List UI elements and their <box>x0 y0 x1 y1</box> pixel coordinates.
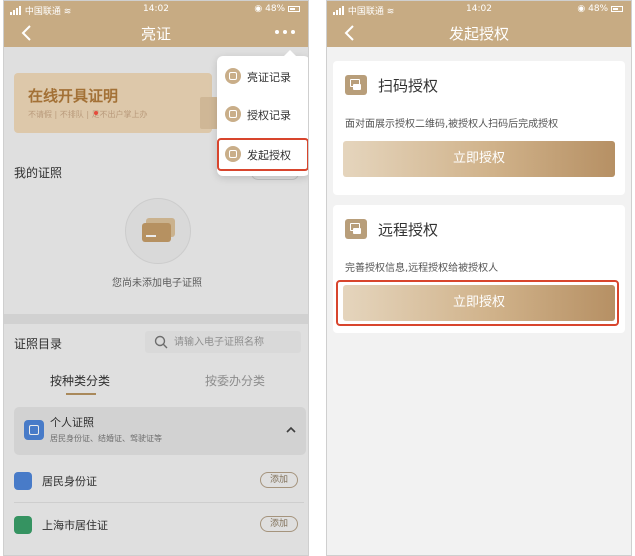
section-description: 面对面展示授权二维码,被授权人扫码后完成授权 <box>345 119 559 130</box>
section-description: 完善授权信息,远程授权给被授权人 <box>345 263 499 274</box>
menu-item-show-records[interactable]: 亮证记录 <box>217 58 308 94</box>
battery-icon <box>288 6 300 12</box>
more-icon[interactable] <box>274 27 296 37</box>
highlight-box <box>336 280 619 326</box>
lock-rotation-icon: ◉ <box>254 4 263 14</box>
section-title: 远程授权 <box>378 221 439 239</box>
section-title: 扫码授权 <box>378 77 439 95</box>
menu-item-label: 亮证记录 <box>247 71 291 84</box>
auth-record-icon <box>225 106 241 122</box>
status-bar: 中国联通 ≋ 14:02 ◉ 48% <box>4 3 308 17</box>
scan-authorization-card: 扫码授权 面对面展示授权二维码,被授权人扫码后完成授权 立即授权 <box>333 61 625 195</box>
battery-indicator: ◉ 48% <box>577 4 623 14</box>
notification-dot <box>94 111 98 115</box>
authorization-icon <box>345 219 367 239</box>
screen-start-authorization: 中国联通 ≋ 14:02 ◉ 48% 发起授权 扫码授权 面对面展示授权二维码,… <box>326 0 632 556</box>
record-icon <box>225 68 241 84</box>
menu-item-auth-records[interactable]: 授权记录 <box>217 96 308 132</box>
battery-percent: 48% <box>588 4 609 14</box>
nav-bar: 中国联通 ≋ 14:02 ◉ 48% 发起授权 <box>327 1 631 47</box>
page-title: 发起授权 <box>448 25 509 43</box>
authorize-now-button[interactable]: 立即授权 <box>343 141 615 177</box>
screen-liangzheng: 中国联通 ≋ 14:02 ◉ 48% 亮证 在线开具证明 不请假 | 不排队 |… <box>3 0 309 556</box>
lock-rotation-icon: ◉ <box>577 4 586 14</box>
status-bar: 中国联通 ≋ 14:02 ◉ 48% <box>327 3 631 17</box>
battery-percent: 48% <box>265 4 286 14</box>
nav-bar: 中国联通 ≋ 14:02 ◉ 48% 亮证 <box>4 1 308 47</box>
menu-item-label: 授权记录 <box>247 109 291 122</box>
authorization-icon <box>345 75 367 95</box>
highlight-box <box>217 138 308 171</box>
battery-icon <box>611 6 623 12</box>
page-title: 亮证 <box>140 25 171 43</box>
battery-indicator: ◉ 48% <box>254 4 300 14</box>
